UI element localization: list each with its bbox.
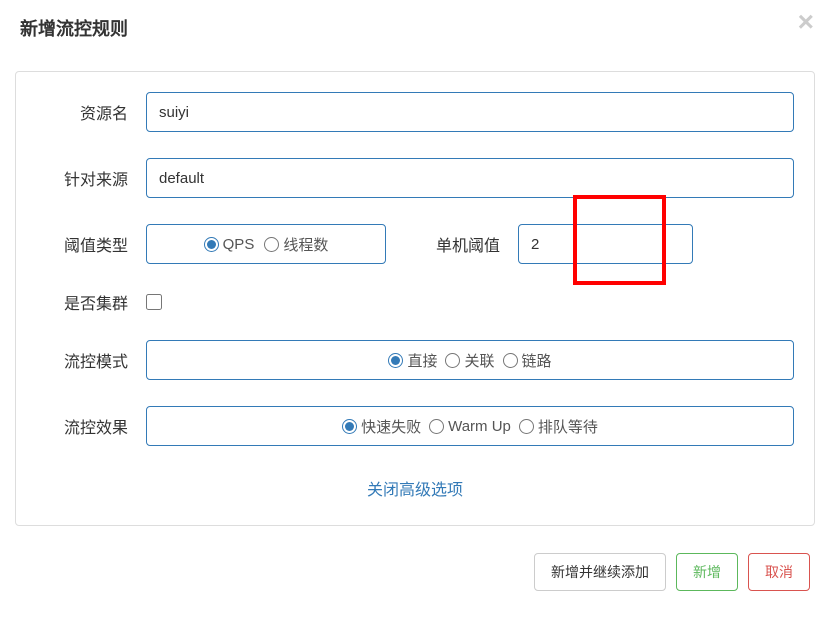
flow-effect-queue-label: 排队等待 [538,416,598,437]
flow-effect-warmup-radio[interactable] [429,419,444,434]
flow-effect-failfast-radio[interactable] [342,419,357,434]
threshold-type-thread-option[interactable]: 线程数 [264,234,328,255]
threshold-type-qps-option[interactable]: QPS [204,236,255,253]
flow-mode-direct-option[interactable]: 直接 [388,350,437,371]
flow-effect-radio-group: 快速失败 Warm Up 排队等待 [146,406,794,446]
resource-input[interactable] [146,92,794,132]
flow-mode-chain-radio[interactable] [503,353,518,368]
flow-mode-row: 流控模式 直接 关联 链路 [36,340,794,380]
flow-mode-label: 流控模式 [36,348,146,372]
threshold-value-input[interactable] [518,224,693,264]
resource-row: 资源名 [36,92,794,132]
flow-mode-direct-radio[interactable] [388,353,403,368]
flow-effect-queue-radio[interactable] [519,419,534,434]
threshold-type-qps-label: QPS [223,236,255,253]
source-label: 针对来源 [36,166,146,190]
flow-effect-warmup-label: Warm Up [448,418,511,435]
modal-title: 新增流控规则 [20,15,810,41]
source-row: 针对来源 [36,158,794,198]
modal-header: 新增流控规则 × [0,0,830,56]
cluster-row: 是否集群 [36,290,794,314]
flow-effect-label: 流控效果 [36,414,146,438]
flow-effect-failfast-label: 快速失败 [361,416,421,437]
cluster-checkbox[interactable] [146,294,162,310]
close-icon[interactable]: × [798,8,814,36]
add-continue-button[interactable]: 新增并继续添加 [534,553,666,591]
flow-mode-direct-label: 直接 [407,350,437,371]
threshold-type-qps-radio[interactable] [204,237,219,252]
collapse-advanced-link[interactable]: 关闭高级选项 [36,476,794,500]
add-button[interactable]: 新增 [676,553,738,591]
flow-effect-failfast-option[interactable]: 快速失败 [342,416,421,437]
flow-effect-warmup-option[interactable]: Warm Up [429,418,511,435]
flow-mode-radio-group: 直接 关联 链路 [146,340,794,380]
resource-label: 资源名 [36,100,146,124]
threshold-type-thread-label: 线程数 [283,234,328,255]
modal-footer: 新增并继续添加 新增 取消 [0,541,830,606]
threshold-type-thread-radio[interactable] [264,237,279,252]
flow-mode-chain-option[interactable]: 链路 [503,350,552,371]
threshold-type-label: 阈值类型 [36,232,146,256]
flow-mode-relate-label: 关联 [464,350,494,371]
flow-mode-relate-option[interactable]: 关联 [445,350,494,371]
cluster-label: 是否集群 [36,290,146,314]
cancel-button[interactable]: 取消 [748,553,810,591]
flow-mode-relate-radio[interactable] [445,353,460,368]
flow-mode-chain-label: 链路 [522,350,552,371]
source-input[interactable] [146,158,794,198]
threshold-row: 阈值类型 QPS 线程数 单机阈值 [36,224,794,264]
form-panel: 资源名 针对来源 阈值类型 QPS 线程数 单机阈值 [15,71,815,526]
flow-effect-queue-option[interactable]: 排队等待 [519,416,598,437]
threshold-value-label: 单机阈值 [436,232,500,256]
flow-effect-row: 流控效果 快速失败 Warm Up 排队等待 [36,406,794,446]
threshold-type-radio-group: QPS 线程数 [146,224,386,264]
